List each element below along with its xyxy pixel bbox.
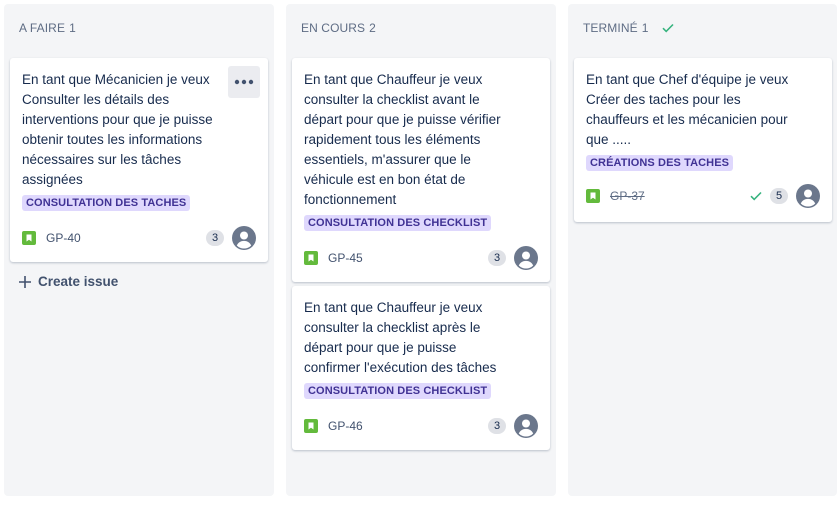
story-points-badge: 3 bbox=[488, 250, 506, 266]
issue-key-link[interactable]: GP-45 bbox=[328, 251, 363, 265]
epic-label: CRÉATIONS DES TACHES bbox=[586, 155, 734, 171]
plus-icon bbox=[18, 275, 32, 289]
column-todo: A FAIRE 1 En tant que Mécanicien je veux… bbox=[4, 4, 274, 496]
epic-label: CONSULTATION DES CHECKLIST bbox=[304, 215, 492, 231]
story-points-badge: 3 bbox=[488, 418, 506, 434]
story-points-badge: 3 bbox=[206, 230, 224, 246]
column-done: TERMINÉ 1 En tant que Chef d'équipe je v… bbox=[568, 4, 837, 496]
card-meta: 3 bbox=[488, 246, 538, 270]
issue-card[interactable]: En tant que Chef d'équipe je veux Créer … bbox=[574, 58, 832, 222]
create-issue-label: Create issue bbox=[38, 274, 119, 289]
more-dots-icon bbox=[234, 79, 254, 85]
column-count: 2 bbox=[369, 21, 376, 35]
card-meta: 3 bbox=[488, 414, 538, 438]
card-title: En tant que Chauffeur je veux consulter … bbox=[304, 300, 497, 375]
create-issue-button[interactable]: Create issue bbox=[18, 274, 118, 289]
issue-card[interactable]: En tant que Mécanicien je veux Consulter… bbox=[10, 58, 268, 262]
user-avatar-icon[interactable] bbox=[232, 226, 256, 250]
column-header: EN COURS 2 bbox=[301, 21, 376, 35]
card-title: En tant que Chauffeur je veux consulter … bbox=[304, 72, 501, 207]
card-footer: GP-45 3 bbox=[304, 246, 538, 270]
bookmark-story-icon bbox=[304, 419, 318, 433]
user-avatar-icon[interactable] bbox=[514, 414, 538, 438]
card-meta: 3 bbox=[206, 226, 256, 250]
column-count: 1 bbox=[69, 21, 76, 35]
issue-key-link[interactable]: GP-37 bbox=[610, 189, 645, 203]
column-in-progress: EN COURS 2 En tant que Chauffeur je veux… bbox=[286, 4, 556, 496]
kanban-board: A FAIRE 1 En tant que Mécanicien je veux… bbox=[0, 0, 837, 511]
column-header: A FAIRE 1 bbox=[19, 21, 76, 35]
more-actions-button[interactable] bbox=[228, 66, 260, 98]
issue-key-link[interactable]: GP-46 bbox=[328, 419, 363, 433]
column-title: A FAIRE bbox=[19, 21, 66, 35]
column-count: 1 bbox=[641, 21, 649, 35]
user-avatar-icon[interactable] bbox=[514, 246, 538, 270]
epic-label: CONSULTATION DES TACHES bbox=[22, 195, 191, 211]
bookmark-story-icon bbox=[304, 251, 318, 265]
issue-key-link[interactable]: GP-40 bbox=[46, 231, 81, 245]
bookmark-story-icon bbox=[22, 231, 36, 245]
card-meta: 5 bbox=[750, 184, 820, 208]
bookmark-story-icon bbox=[586, 189, 600, 203]
column-header: TERMINÉ 1 bbox=[583, 21, 675, 35]
check-icon bbox=[662, 23, 675, 33]
card-footer: GP-40 3 bbox=[22, 226, 256, 250]
issue-card[interactable]: En tant que Chauffeur je veux consulter … bbox=[292, 58, 550, 282]
epic-label: CONSULTATION DES CHECKLIST bbox=[304, 383, 492, 399]
issue-card[interactable]: En tant que Chauffeur je veux consulter … bbox=[292, 286, 550, 450]
user-avatar-icon[interactable] bbox=[796, 184, 820, 208]
card-footer: GP-37 5 bbox=[586, 184, 820, 208]
check-icon bbox=[750, 191, 762, 201]
card-title: En tant que Mécanicien je veux Consulter… bbox=[22, 72, 213, 187]
column-title: TERMINÉ bbox=[583, 21, 638, 35]
column-title: EN COURS bbox=[301, 21, 366, 35]
card-footer: GP-46 3 bbox=[304, 414, 538, 438]
card-title: En tant que Chef d'équipe je veux Créer … bbox=[586, 72, 789, 147]
story-points-badge: 5 bbox=[770, 188, 788, 204]
